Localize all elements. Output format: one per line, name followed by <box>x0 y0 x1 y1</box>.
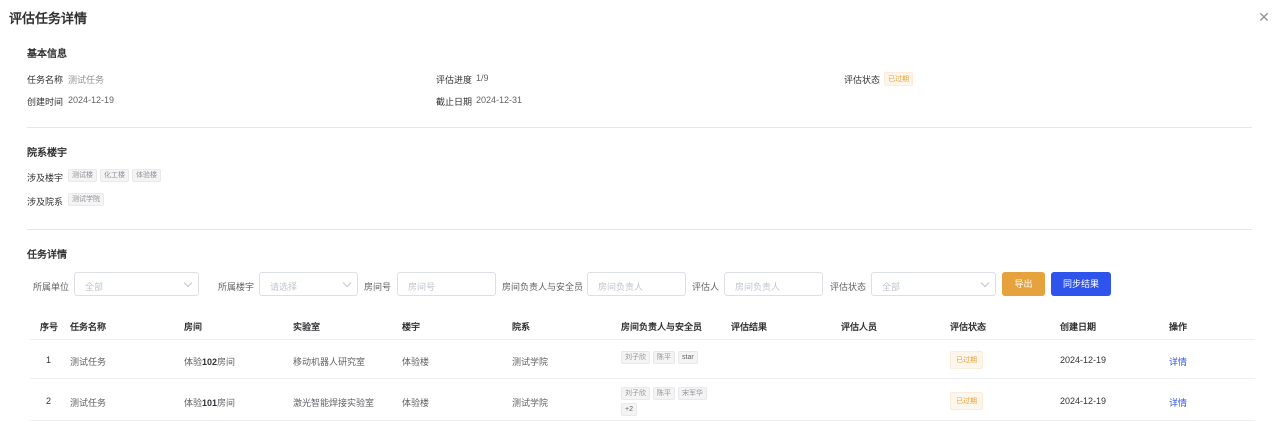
task-name-label: 任务名称 <box>27 75 64 85</box>
departments-label: 涉及院系 <box>27 197 64 207</box>
column-header: 评估人员 <box>841 322 878 332</box>
row-status-badge: 已过期 <box>950 392 983 410</box>
filter-building-placeholder: 请选择 <box>270 282 298 292</box>
row-room-prefix: 体验 <box>184 398 203 408</box>
building-tag: 化工楼 <box>100 169 129 182</box>
owner-tag: 刘子欣 <box>621 351 650 364</box>
column-header: 创建日期 <box>1060 322 1097 332</box>
column-header: 院系 <box>512 322 531 332</box>
filter-room-placeholder: 房间号 <box>408 282 436 292</box>
filter-evaluator-placeholder: 房间负责人 <box>735 282 781 292</box>
column-header: 序号 <box>40 322 59 332</box>
row-room-number: 102 <box>202 357 218 367</box>
column-header: 操作 <box>1169 322 1188 332</box>
row-date: 2024-12-19 <box>1060 355 1107 365</box>
deadline-value: 2024-12-31 <box>476 95 523 105</box>
filter-unit-select[interactable]: 全部 <box>74 272 199 296</box>
column-header: 房间负责人与安全员 <box>621 322 703 332</box>
row-department: 测试学院 <box>512 398 549 408</box>
row-room-suffix: 房间 <box>217 398 236 408</box>
filter-status-placeholder: 全部 <box>882 282 901 292</box>
row-divider <box>30 339 1255 340</box>
department-tag: 测试学院 <box>68 193 104 206</box>
row-divider <box>30 378 1255 379</box>
filter-owner-label: 房间负责人与安全员 <box>502 282 584 292</box>
status-label: 评估状态 <box>844 75 881 85</box>
filter-building-select[interactable]: 请选择 <box>259 272 358 296</box>
row-status-badge: 已过期 <box>950 351 983 369</box>
owner-tag: 陈平 <box>653 387 675 400</box>
filter-unit-label: 所属单位 <box>33 282 70 292</box>
filter-evaluator-label: 评估人 <box>692 282 720 292</box>
divider <box>27 127 1252 128</box>
row-date: 2024-12-19 <box>1060 396 1107 406</box>
status-badge: 已过期 <box>884 72 913 86</box>
departments-tags: 测试学院 <box>68 193 107 206</box>
row-task-name: 测试任务 <box>70 357 107 367</box>
owner-tag: star <box>678 351 698 364</box>
owner-tag: 宋军华 <box>678 387 707 400</box>
dialog-title: 评估任务详情 <box>9 11 88 26</box>
row-room-prefix: 体验 <box>184 357 203 367</box>
filter-status-label: 评估状态 <box>830 282 867 292</box>
filter-owner-input[interactable]: 房间负责人 <box>587 272 686 296</box>
row-divider <box>30 420 1255 421</box>
owner-more-tag[interactable]: +2 <box>621 403 637 416</box>
filter-room-label: 房间号 <box>364 282 392 292</box>
progress-label: 评估进度 <box>436 75 473 85</box>
column-header: 评估状态 <box>950 322 987 332</box>
progress-value: 1/9 <box>476 73 489 83</box>
building-tag: 测试楼 <box>68 169 97 182</box>
row-room: 体验101房间 <box>184 396 235 409</box>
chevron-down-icon <box>342 278 352 288</box>
filter-owner-placeholder: 房间负责人 <box>598 282 644 292</box>
row-index: 1 <box>46 355 52 365</box>
column-header: 楼宇 <box>402 322 421 332</box>
chevron-down-icon <box>980 278 990 288</box>
sync-results-button[interactable]: 同步结果 <box>1051 272 1111 296</box>
divider <box>27 229 1252 230</box>
export-button[interactable]: 导出 <box>1002 272 1045 296</box>
row-lab: 移动机器人研究室 <box>293 357 366 367</box>
close-icon[interactable]: ✕ <box>1257 10 1271 24</box>
row-owners: 刘子欣 陈平 star <box>621 351 721 367</box>
section-title-details: 任务详情 <box>27 250 67 261</box>
filter-room-input[interactable]: 房间号 <box>397 272 496 296</box>
buildings-tags: 测试楼 化工楼 体验楼 <box>68 169 164 182</box>
created-label: 创建时间 <box>27 97 64 107</box>
column-header: 任务名称 <box>70 322 107 332</box>
filter-unit-placeholder: 全部 <box>85 282 104 292</box>
row-index: 2 <box>46 396 52 406</box>
filter-evaluator-input[interactable]: 房间负责人 <box>724 272 823 296</box>
row-detail-link[interactable]: 详情 <box>1169 396 1187 409</box>
row-department: 测试学院 <box>512 357 549 367</box>
row-room-number: 101 <box>202 398 218 408</box>
owner-tag: 陈平 <box>653 351 675 364</box>
section-title-buildings: 院系楼宇 <box>27 148 67 159</box>
column-header: 评估结果 <box>731 322 768 332</box>
row-room: 体验102房间 <box>184 355 235 368</box>
row-building: 体验楼 <box>402 398 430 408</box>
section-title-basic: 基本信息 <box>27 49 67 60</box>
column-header: 房间 <box>184 322 203 332</box>
deadline-label: 截止日期 <box>436 97 473 107</box>
created-value: 2024-12-19 <box>68 95 115 105</box>
filter-status-select[interactable]: 全部 <box>871 272 996 296</box>
column-header: 实验室 <box>293 322 321 332</box>
owner-tag: 刘子欣 <box>621 387 650 400</box>
filter-building-label: 所属楼宇 <box>218 282 255 292</box>
row-owners: 刘子欣 陈平 宋军华 +2 <box>621 387 721 419</box>
building-tag: 体验楼 <box>132 169 161 182</box>
buildings-label: 涉及楼宇 <box>27 173 64 183</box>
row-lab: 激光智能焊接实验室 <box>293 398 375 408</box>
chevron-down-icon <box>183 278 193 288</box>
row-task-name: 测试任务 <box>70 398 107 408</box>
row-detail-link[interactable]: 详情 <box>1169 355 1187 368</box>
row-room-suffix: 房间 <box>217 357 236 367</box>
row-building: 体验楼 <box>402 357 430 367</box>
task-name-value: 测试任务 <box>68 75 105 85</box>
